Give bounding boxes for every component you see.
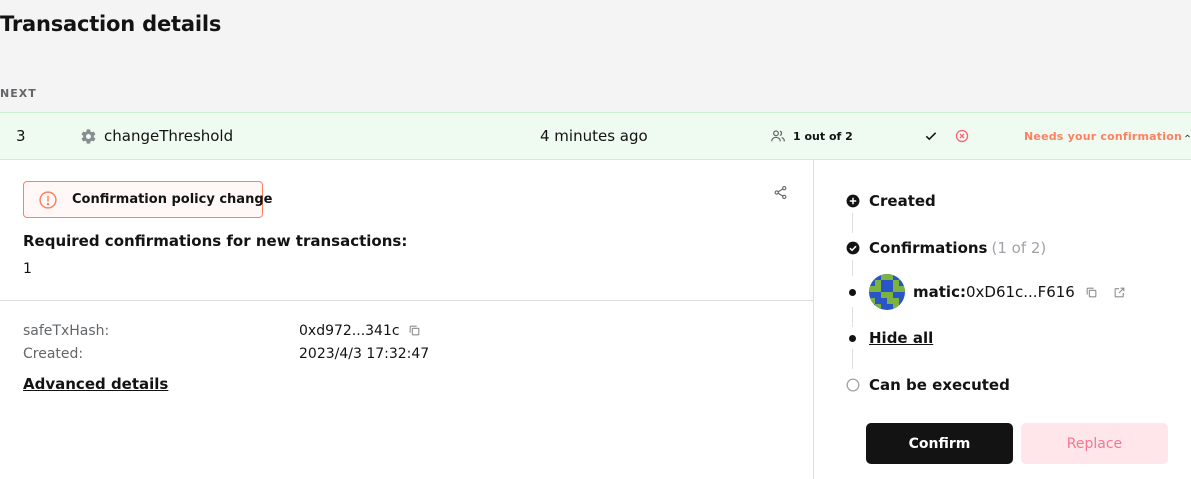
x-circle-icon xyxy=(955,113,969,159)
share-icon[interactable] xyxy=(773,185,789,201)
check-circle-icon xyxy=(846,241,860,255)
safe-tx-hash-text: 0xd972...341c xyxy=(299,323,400,339)
step-created-label: Created xyxy=(869,192,936,210)
replace-button[interactable]: Replace xyxy=(1021,423,1168,464)
required-confirmations-value: 1 xyxy=(23,261,32,277)
confirmations-count: (1 of 2) xyxy=(991,239,1047,257)
step-can-execute-label: Can be executed xyxy=(869,376,1010,394)
users-icon xyxy=(770,113,786,159)
details-left-column: Confirmation policy change Required conf… xyxy=(0,160,814,479)
info-icon xyxy=(38,190,58,210)
check-icon xyxy=(924,113,938,159)
hide-all-link[interactable]: Hide all xyxy=(869,329,933,347)
created-value: 2023/4/3 17:32:47 xyxy=(299,346,430,362)
tx-method: changeThreshold xyxy=(104,127,234,145)
signer-entry: matic: 0xD61c...F616 xyxy=(869,274,1127,310)
advanced-details-link[interactable]: Advanced details xyxy=(23,375,168,393)
safe-tx-hash-value: 0xd972...341c xyxy=(299,323,422,339)
copy-icon[interactable] xyxy=(408,324,422,338)
gear-icon xyxy=(79,113,97,159)
info-alert: Confirmation policy change xyxy=(23,181,272,218)
step-created: Created xyxy=(846,192,936,210)
timeline-connector xyxy=(852,213,853,233)
step-confirmations-label: Confirmations xyxy=(869,239,988,257)
timeline-dot xyxy=(849,335,856,342)
tx-nonce: 3 xyxy=(16,127,26,145)
tx-status: Needs your confirmation xyxy=(1024,129,1182,143)
transaction-row[interactable]: 3 changeThreshold 4 minutes ago 1 out of… xyxy=(0,112,1191,160)
signer-chain-prefix: matic: xyxy=(913,283,966,301)
timeline-connector xyxy=(852,307,853,327)
timeline-connector xyxy=(852,349,853,369)
tx-signers: 1 out of 2 xyxy=(793,129,853,143)
step-confirmations: Confirmations (1 of 2) xyxy=(846,239,1046,257)
created-label: Created: xyxy=(23,346,84,362)
transaction-details-panel: Confirmation policy change Required conf… xyxy=(0,160,1191,479)
queue-label: NEXT xyxy=(0,87,37,100)
copy-icon[interactable] xyxy=(1085,285,1099,299)
step-can-execute: Can be executed xyxy=(846,376,1010,394)
required-confirmations-label: Required confirmations for new transacti… xyxy=(23,232,408,250)
timeline-connector xyxy=(852,260,853,276)
external-link-icon[interactable] xyxy=(1113,285,1127,299)
details-divider xyxy=(0,300,813,301)
chevron-up-icon[interactable] xyxy=(1184,113,1191,159)
circle-outline-icon xyxy=(846,378,860,392)
confirmation-timeline: Created Confirmations (1 of 2) matic: 0x… xyxy=(814,160,1191,479)
page-title: Transaction details xyxy=(0,12,222,36)
avatar xyxy=(869,274,905,310)
tx-age: 4 minutes ago xyxy=(540,127,648,145)
timeline-dot xyxy=(849,289,856,296)
safe-tx-hash-label: safeTxHash: xyxy=(23,323,110,339)
info-alert-title: Confirmation policy change xyxy=(72,192,273,207)
signer-address: 0xD61c...F616 xyxy=(965,283,1075,301)
plus-circle-icon xyxy=(846,194,860,208)
confirm-button[interactable]: Confirm xyxy=(866,423,1013,464)
